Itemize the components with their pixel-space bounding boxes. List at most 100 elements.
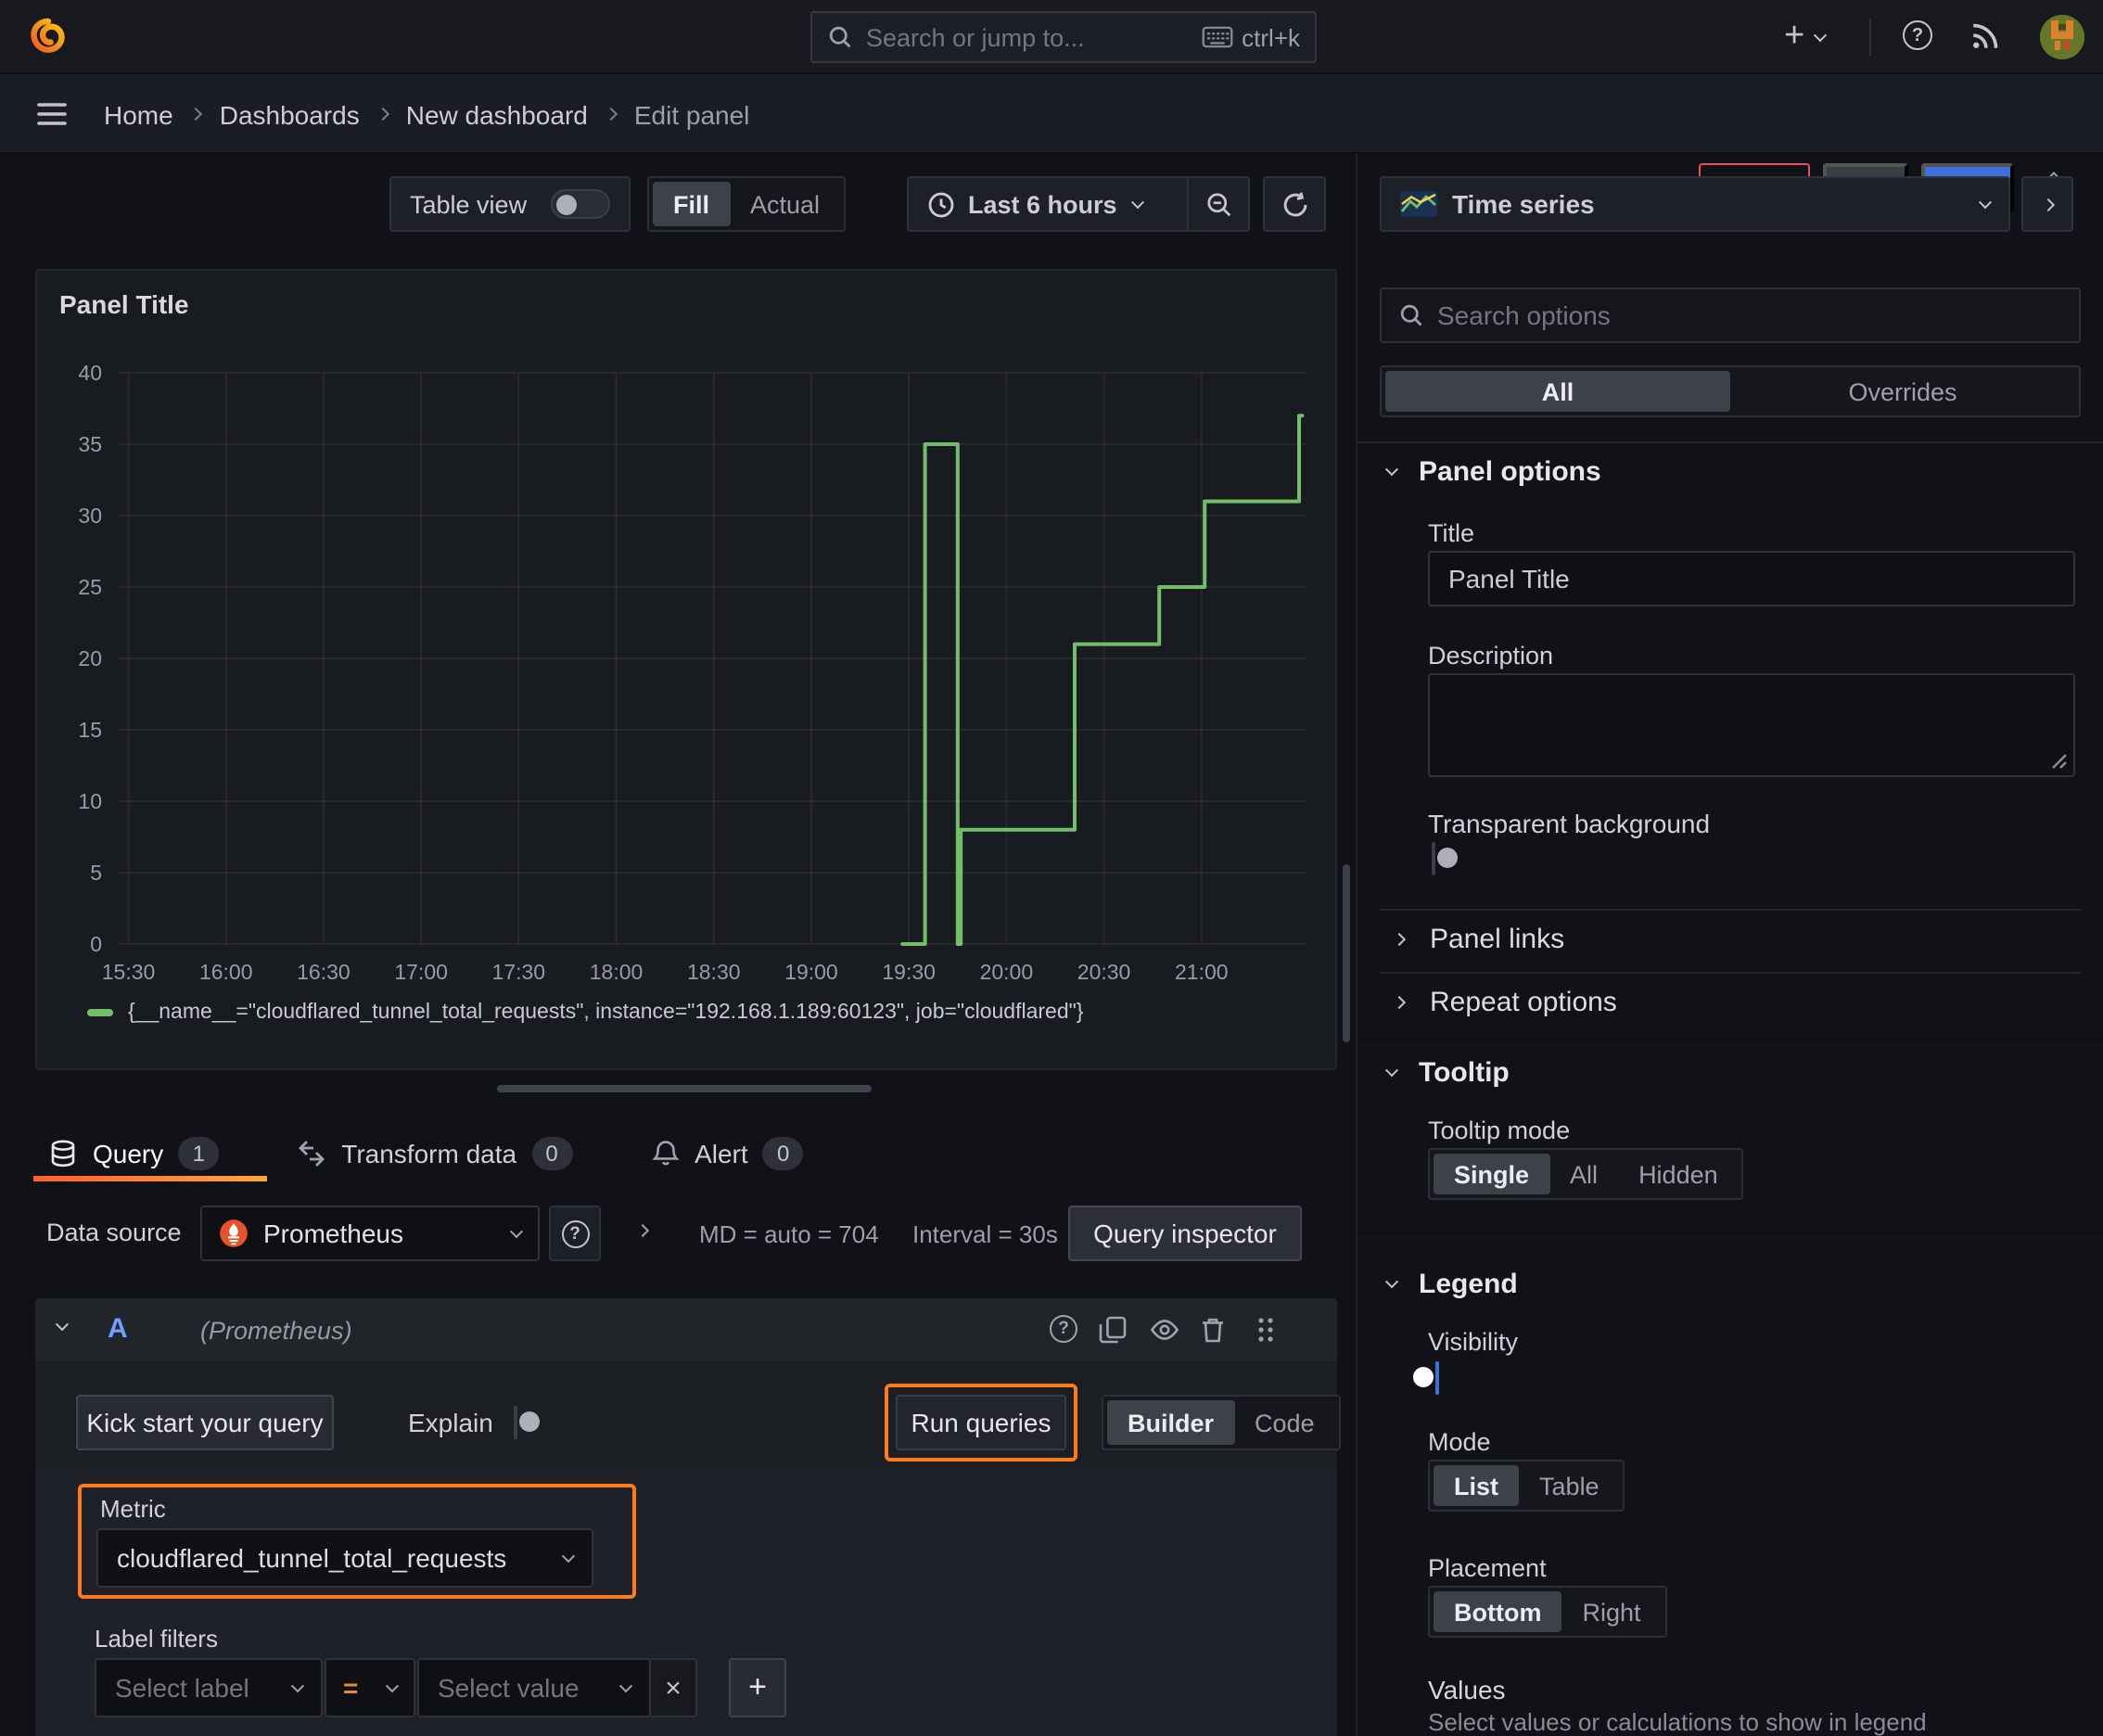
query-row-header[interactable]: A (Prometheus) ? [35,1298,1337,1361]
svg-text:40: 40 [78,361,102,385]
description-label: Description [1428,642,1554,670]
zoom-out-time-button[interactable] [1187,178,1248,230]
drag-handle-grip-icon[interactable] [1255,1315,1276,1345]
breadcrumb-home[interactable]: Home [104,99,173,129]
legend-mode-list[interactable]: List [1434,1465,1520,1506]
refresh-button[interactable] [1263,176,1326,232]
chevron-down-icon [1384,1064,1399,1078]
fill-actual-segmented: Fill Actual [647,176,847,232]
tab-alert[interactable]: Alert 0 [624,1137,830,1170]
description-textarea[interactable] [1428,673,2075,777]
legend-placement-bottom[interactable]: Bottom [1434,1591,1562,1632]
visualization-picker[interactable]: Time series [1380,176,2010,232]
transparent-background-toggle[interactable] [1432,842,1458,875]
repeat-options-section[interactable]: Repeat options [1392,987,1617,1018]
legend-visibility-toggle[interactable] [1413,1361,1439,1395]
grafana-app: ctrl+k + ? Home [0,0,2103,1736]
datasource-help-button[interactable]: ? [549,1206,601,1261]
query-inspector-button[interactable]: Query inspector [1068,1206,1302,1261]
time-range-picker[interactable]: Last 6 hours [909,190,1187,218]
run-queries-button[interactable]: Run queries [896,1395,1066,1450]
select-value-dropdown[interactable]: Select value [417,1658,651,1717]
svg-text:15: 15 [78,718,102,742]
scrollbar-thumb[interactable] [1343,864,1350,1042]
datasource-select[interactable]: Prometheus [200,1206,540,1261]
expand-options-chevron-icon[interactable] [635,1223,650,1238]
search-icon [1398,302,1424,328]
datasource-value: Prometheus [263,1219,403,1248]
global-search-box[interactable]: ctrl+k [810,11,1317,63]
collapse-options-pane-button[interactable] [2021,176,2073,232]
builder-tab[interactable]: Builder [1107,1400,1235,1445]
code-tab[interactable]: Code [1234,1400,1335,1445]
query-stats-interval: Interval = 30s [912,1220,1058,1248]
legend-series-swatch [87,1009,113,1016]
operator-dropdown[interactable]: = [325,1658,415,1717]
add-filter-button[interactable]: + [729,1658,786,1717]
collapse-query-chevron-icon[interactable] [55,1318,70,1332]
remove-filter-button[interactable]: × [651,1658,697,1717]
select-label-placeholder: Select label [115,1673,249,1703]
options-search-input[interactable] [1437,300,2062,330]
grafana-logo-icon[interactable] [26,15,70,59]
chevron-down-icon [290,1679,305,1692]
svg-text:25: 25 [78,575,102,599]
tooltip-mode-single[interactable]: Single [1434,1154,1550,1194]
all-overrides-segmented: All Overrides [1380,365,2081,417]
svg-text:20: 20 [78,646,102,670]
tab-transform-data[interactable]: Transform data 0 [271,1137,598,1170]
tooltip-title: Tooltip [1419,1057,1510,1089]
pane-resize-handle[interactable] [497,1085,872,1092]
svg-text:30: 30 [78,504,102,528]
tab-alert-label: Alert [695,1139,748,1168]
legend-placement-right[interactable]: Right [1562,1591,1662,1632]
metric-value: cloudflared_tunnel_total_requests [117,1543,507,1573]
delete-query-trash-icon[interactable] [1198,1315,1228,1345]
actual-tab[interactable]: Actual [730,182,840,226]
legend-mode-table[interactable]: Table [1519,1465,1620,1506]
table-view-toggle[interactable] [551,189,610,219]
panel-links-section[interactable]: Panel links [1392,924,1564,955]
help-icon[interactable]: ? [1903,20,1932,50]
kick-start-query-button[interactable]: Kick start your query [76,1395,334,1450]
svg-text:19:00: 19:00 [784,960,838,984]
breadcrumb-dashboards[interactable]: Dashboards [220,99,360,129]
chevron-down-icon [1384,463,1399,477]
metric-select[interactable]: cloudflared_tunnel_total_requests [96,1528,593,1588]
tab-transform-label: Transform data [341,1139,517,1168]
svg-text:21:00: 21:00 [1175,960,1229,984]
time-series-chart[interactable]: 0 5 10 15 20 25 30 35 40 15:30 16:00 16:30 17:00 17:3… [37,271,1335,1068]
explain-toggle[interactable] [514,1406,540,1439]
news-rss-icon[interactable] [1969,20,2001,52]
user-avatar[interactable] [2040,15,2084,59]
fill-tab[interactable]: Fill [653,182,730,226]
tooltip-mode-all[interactable]: All [1549,1154,1618,1194]
duplicate-query-icon[interactable] [1098,1315,1128,1345]
tab-query[interactable]: Query 1 [33,1137,245,1170]
legend-series-name: {__name__="cloudflared_tunnel_total_requ… [128,1002,1084,1024]
query-stats-md: MD = auto = 704 [699,1220,879,1248]
svg-text:17:30: 17:30 [492,960,546,984]
query-help-icon[interactable]: ? [1050,1315,1077,1343]
legend-section-header[interactable]: Legend [1384,1269,1518,1300]
time-series-panel: Panel Title 0 5 10 15 20 25 30 35 40 15:30 16:00 16… [35,269,1337,1070]
tooltip-mode-hidden[interactable]: Hidden [1618,1154,1739,1194]
panel-options-section-header[interactable]: Panel options [1384,456,1601,488]
search-input[interactable] [866,23,1202,51]
resize-handle-icon[interactable] [2051,753,2068,770]
add-menu-button[interactable]: + [1784,19,1828,56]
chevron-down-icon [618,1679,633,1692]
chart-legend[interactable]: {__name__="cloudflared_tunnel_total_requ… [87,1002,1083,1024]
select-label-dropdown[interactable]: Select label [95,1658,323,1717]
menu-hamburger-icon[interactable] [37,102,67,126]
transparent-background-label: Transparent background [1428,809,1711,838]
label-filters-label: Label filters [95,1625,218,1653]
tab-overrides[interactable]: Overrides [1730,371,2075,412]
options-search-box[interactable] [1380,287,2081,343]
breadcrumb-new-dashboard[interactable]: New dashboard [406,99,588,129]
hide-query-eye-icon[interactable] [1150,1315,1179,1345]
tooltip-section-header[interactable]: Tooltip [1384,1057,1510,1089]
tab-all[interactable]: All [1385,371,1730,412]
datasource-label: Data source [46,1219,182,1246]
panel-title-input[interactable] [1428,551,2075,606]
